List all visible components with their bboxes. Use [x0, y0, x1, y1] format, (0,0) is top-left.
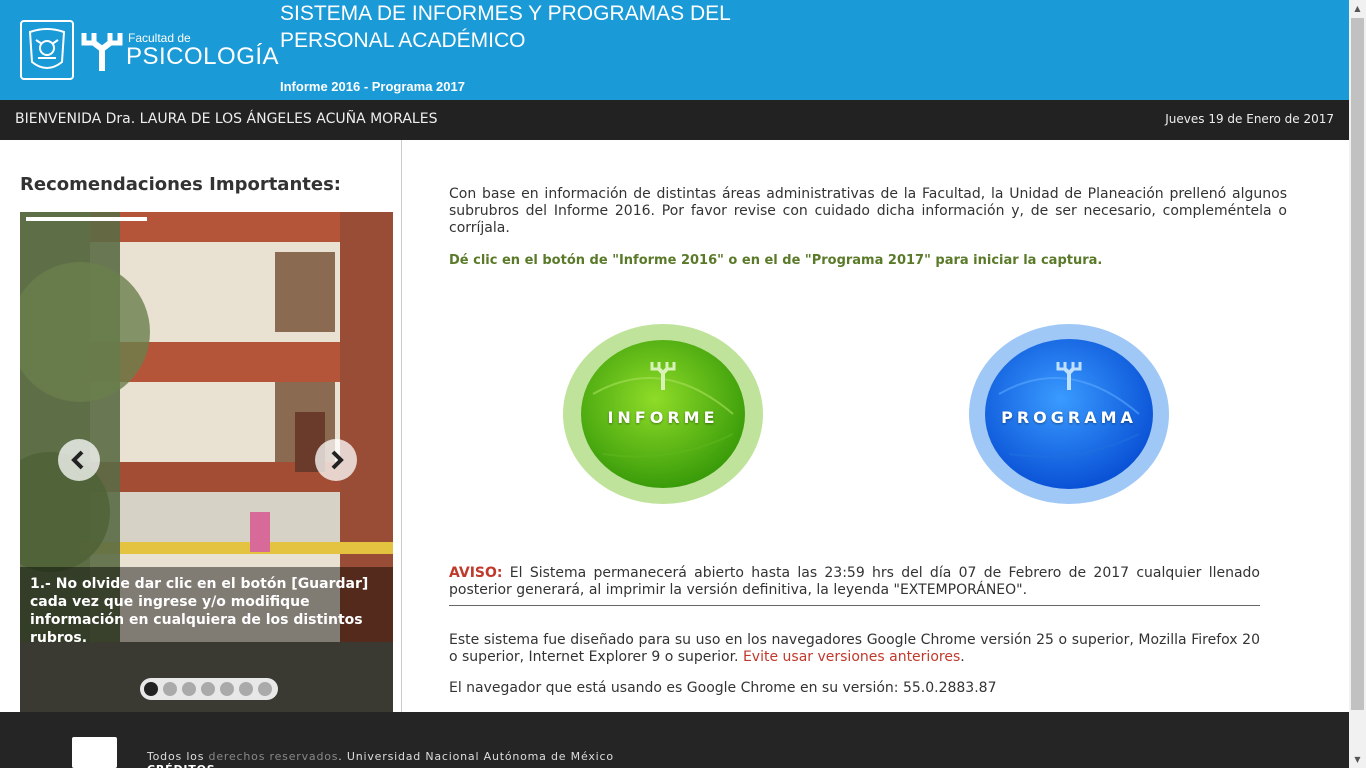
instruction-text: Dé clic en el botón de "Informe 2016" o …: [449, 253, 1103, 268]
recommendations-title: Recomendaciones Importantes:: [20, 174, 341, 195]
carousel-dot[interactable]: [182, 682, 196, 696]
slide-caption-text: 1.- No olvide dar clic en el botón [Guar…: [30, 576, 369, 646]
carousel-pagination: [140, 678, 278, 700]
system-title-line1: SISTEMA DE INFORMES Y PROGRAMAS DEL: [280, 2, 731, 25]
psychology-emblem-icon: [81, 33, 123, 71]
rights-link[interactable]: derechos reservados: [209, 750, 339, 763]
faculty-logo[interactable]: Facultad de PSICOLOGÍA: [80, 27, 279, 75]
chevron-left-icon: [71, 450, 84, 470]
intro-text: Con base en información de distintas áre…: [449, 186, 1287, 236]
programa-button-label: PROGRAMA: [1001, 408, 1137, 427]
unam-footer-logo[interactable]: [72, 737, 117, 768]
slide-caption: 1.- No olvide dar clic en el botón [Guar…: [20, 567, 393, 646]
aviso-label: AVISO:: [449, 565, 503, 581]
recommendations-panel: Recomendaciones Importantes: 1.- No olvi…: [0, 140, 402, 712]
page-scrollbar[interactable]: ▲ ▼: [1349, 0, 1366, 768]
carousel-prev-button[interactable]: [58, 439, 100, 481]
aviso-text: El Sistema permanecerá abierto hasta las…: [449, 565, 1260, 598]
unam-logo[interactable]: [20, 20, 74, 80]
recommendations-carousel: 1.- No olvide dar clic en el botón [Guar…: [20, 212, 393, 712]
system-subtitle: Informe 2016 - Programa 2017: [280, 79, 465, 94]
browser-requirements-end: .: [960, 649, 965, 665]
system-title: SISTEMA DE INFORMES Y PROGRAMAS DEL PERS…: [280, 0, 760, 54]
carousel-dot[interactable]: [163, 682, 177, 696]
user-bar: BIENVENIDA Dra. LAURA DE LOS ÁNGELES ACU…: [0, 100, 1349, 140]
footer-rights-suffix: . Universidad Nacional Autónoma de Méxic…: [338, 750, 614, 763]
carousel-dot[interactable]: [258, 682, 272, 696]
carousel-dot[interactable]: [144, 682, 158, 696]
slide-progress-bar: [26, 217, 147, 221]
current-date: Jueves 19 de Enero de 2017: [1165, 112, 1334, 126]
footer-rights-prefix: Todos los: [147, 750, 209, 763]
carousel-dot[interactable]: [220, 682, 234, 696]
informe-button[interactable]: INFORME: [563, 324, 763, 504]
faculty-name: PSICOLOGÍA: [126, 43, 280, 70]
scroll-down-icon[interactable]: ▼: [1349, 751, 1366, 768]
aviso-notice: AVISO: El Sistema permanecerá abierto ha…: [449, 565, 1260, 599]
main-content: Con base en información de distintas áre…: [449, 140, 1287, 712]
carousel-dot[interactable]: [201, 682, 215, 696]
browser-version-text: El navegador que está usando es Google C…: [449, 680, 997, 696]
browser-warning: Evite usar versiones anteriores: [742, 649, 961, 665]
divider: [449, 605, 1260, 606]
welcome-text: BIENVENIDA Dra. LAURA DE LOS ÁNGELES ACU…: [15, 111, 438, 127]
browser-requirements: Este sistema fue diseñado para su uso en…: [449, 632, 1260, 666]
scroll-up-icon[interactable]: ▲: [1349, 0, 1366, 17]
app-header: Facultad de PSICOLOGÍA SISTEMA DE INFORM…: [0, 0, 1349, 100]
carousel-next-button[interactable]: [315, 439, 357, 481]
psychology-emblem-icon: [650, 362, 676, 390]
system-title-line2: PERSONAL ACADÉMICO: [280, 29, 526, 52]
programa-button[interactable]: PROGRAMA: [969, 324, 1169, 504]
scroll-thumb[interactable]: [1351, 18, 1364, 710]
page-footer: Todos los derechos reservados. Universid…: [0, 712, 1349, 776]
informe-button-label: INFORME: [607, 408, 719, 427]
credits-link[interactable]: CRÉDITOS: [147, 763, 215, 776]
footer-rights: Todos los derechos reservados. Universid…: [147, 750, 614, 763]
psychology-emblem-icon: [1056, 362, 1082, 390]
carousel-dot[interactable]: [239, 682, 253, 696]
chevron-right-icon: [331, 450, 344, 470]
